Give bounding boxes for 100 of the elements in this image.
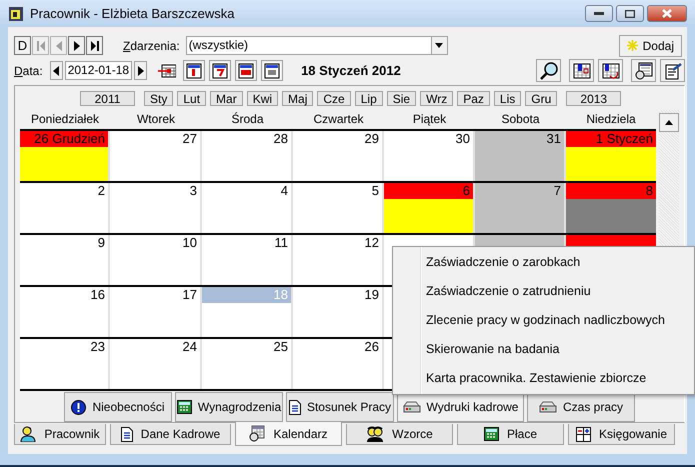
day-cell[interactable]: 10 bbox=[110, 235, 202, 285]
scroll-up-icon bbox=[665, 120, 673, 125]
day-cell[interactable]: 19 bbox=[293, 287, 384, 337]
day-cell[interactable]: 28 bbox=[202, 131, 293, 181]
close-button[interactable] bbox=[647, 5, 687, 22]
tab[interactable]: Płace bbox=[457, 424, 564, 445]
calendar-page-icon bbox=[238, 62, 254, 78]
calendar-alert-icon bbox=[572, 62, 590, 78]
section-button[interactable]: Wynagrodzenia bbox=[175, 392, 283, 422]
day-cell[interactable]: 7 bbox=[475, 183, 566, 233]
day-cell[interactable]: 25 bbox=[202, 339, 293, 389]
tab[interactable]: Księgowanie bbox=[568, 424, 675, 445]
day-cell[interactable]: 17 bbox=[110, 287, 202, 337]
month-button[interactable]: Mar bbox=[210, 91, 243, 106]
day-cell[interactable]: 9 bbox=[20, 235, 110, 285]
maximize-button[interactable] bbox=[616, 5, 644, 22]
menu-item[interactable]: Zlecenie pracy w godzinach nadliczbowych bbox=[393, 306, 694, 335]
day-cell[interactable]: 24 bbox=[110, 339, 202, 389]
month-button[interactable]: Sty bbox=[144, 91, 174, 106]
month-button[interactable]: Lis bbox=[494, 91, 522, 106]
day-cell[interactable]: 31 bbox=[475, 131, 566, 181]
tab[interactable]: Kalendarz bbox=[235, 422, 342, 446]
events-label: Zdarzenia: bbox=[123, 38, 180, 52]
next-icon bbox=[138, 66, 144, 76]
section-button[interactable]: Nieobecności bbox=[64, 392, 172, 422]
month-button[interactable]: Sie bbox=[386, 91, 416, 106]
day-cell[interactable]: 2 bbox=[20, 183, 110, 233]
day-number: 18 bbox=[202, 287, 291, 303]
date-field[interactable]: 2012-01-18 bbox=[64, 61, 132, 80]
day-cell[interactable]: 30 bbox=[384, 131, 475, 181]
tab[interactable]: Dane Kadrowe bbox=[110, 424, 231, 445]
next-day-button[interactable] bbox=[134, 61, 148, 80]
month-view-button[interactable] bbox=[235, 60, 258, 81]
weekday-header: Wtorek bbox=[136, 111, 176, 128]
absence-add-button[interactable] bbox=[598, 59, 623, 82]
day-cell[interactable]: 29 bbox=[293, 131, 384, 181]
next-record-button[interactable] bbox=[68, 36, 85, 55]
month-button[interactable]: Wrz bbox=[420, 91, 454, 106]
day-number: 8 bbox=[566, 183, 656, 199]
weekday-header: Środa bbox=[230, 111, 265, 128]
previous-icon bbox=[56, 40, 62, 50]
date-heading: 18 Styczeń 2012 bbox=[301, 63, 401, 78]
add-button[interactable]: Dodaj bbox=[618, 34, 682, 56]
day-cell[interactable]: 27 bbox=[110, 131, 202, 181]
calendar-clock-icon bbox=[249, 425, 266, 442]
clipboard-icon bbox=[664, 62, 682, 80]
year-view-button[interactable] bbox=[261, 60, 284, 81]
day-cell[interactable]: 4 bbox=[202, 183, 293, 233]
d-button[interactable]: D bbox=[14, 36, 31, 55]
month-button[interactable]: Maj bbox=[282, 91, 314, 106]
events-dropdown[interactable]: (wszystkie) bbox=[186, 36, 448, 55]
day-cell[interactable]: 5 bbox=[293, 183, 384, 233]
week-view-button[interactable] bbox=[209, 60, 232, 81]
day-cell[interactable]: 1 Styczeń bbox=[566, 131, 656, 181]
section-button[interactable]: Stosunek Pracy bbox=[286, 392, 394, 422]
calendar-page-icon bbox=[186, 62, 202, 78]
previous-icon bbox=[53, 66, 60, 76]
calendar-alert-icon bbox=[602, 62, 620, 78]
menu-item[interactable]: Zaświadczenie o zarobkach bbox=[393, 248, 694, 277]
date-label: Data: bbox=[14, 64, 43, 78]
day-cell[interactable]: 26 bbox=[293, 339, 384, 389]
month-button[interactable]: Lut bbox=[177, 91, 206, 106]
next-year-button[interactable]: 2013 bbox=[566, 91, 622, 106]
previous-day-button[interactable] bbox=[50, 61, 63, 80]
minimize-icon bbox=[594, 12, 604, 16]
absence-calendar-button[interactable] bbox=[569, 59, 594, 82]
tab[interactable]: Pracownik bbox=[14, 424, 106, 445]
weekday-header: Piątek bbox=[412, 111, 448, 128]
tab[interactable]: Wzorce bbox=[346, 424, 453, 445]
day-cell[interactable]: 26 Grudzień bbox=[20, 131, 110, 181]
day-cell[interactable]: 12 bbox=[293, 235, 384, 285]
menu-item[interactable]: Zaświadczenie o zatrudnieniu bbox=[393, 277, 694, 306]
month-button[interactable]: Kwi bbox=[246, 91, 278, 106]
day-view-button[interactable] bbox=[183, 60, 206, 81]
day-cell[interactable]: 11 bbox=[202, 235, 293, 285]
menu-item[interactable]: Skierowanie na badania bbox=[393, 335, 694, 364]
month-button[interactable]: Gru bbox=[525, 91, 558, 106]
month-button[interactable]: Paz bbox=[457, 91, 490, 106]
day-cell[interactable]: 23 bbox=[20, 339, 110, 389]
weekday-header: Niedziela bbox=[585, 111, 637, 128]
menu-item[interactable]: Karta pracownika. Zestawienie zbiorcze bbox=[393, 364, 694, 393]
section-button[interactable]: Czas pracy bbox=[527, 392, 635, 422]
weekday-header: Czwartek bbox=[312, 111, 364, 128]
day-cell[interactable]: 16 bbox=[20, 287, 110, 337]
month-button[interactable]: Cze bbox=[317, 91, 351, 106]
printer-icon bbox=[402, 400, 421, 414]
month-button[interactable]: Lip bbox=[354, 91, 383, 106]
document-icon bbox=[288, 400, 301, 414]
minimize-button[interactable] bbox=[585, 5, 613, 22]
calculator-icon bbox=[176, 400, 192, 414]
day-cell[interactable]: 8 bbox=[566, 183, 656, 233]
day-cell[interactable]: 3 bbox=[110, 183, 202, 233]
previous-year-button[interactable]: 2011 bbox=[80, 91, 135, 106]
app-icon bbox=[8, 6, 24, 22]
clipboard-button[interactable] bbox=[660, 59, 685, 82]
section-button[interactable]: Wydruki kadrowe bbox=[397, 392, 524, 422]
day-cell[interactable]: 6 bbox=[384, 183, 475, 233]
last-record-button[interactable] bbox=[86, 36, 103, 55]
calendar-clock-button[interactable] bbox=[631, 59, 656, 82]
search-button[interactable] bbox=[536, 59, 561, 82]
